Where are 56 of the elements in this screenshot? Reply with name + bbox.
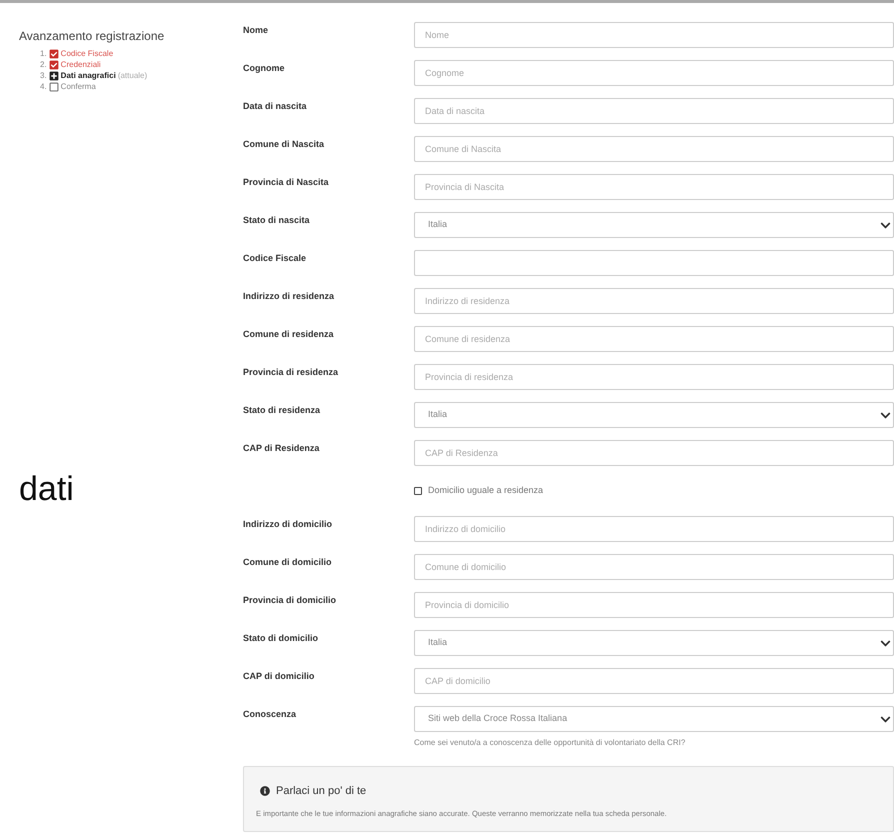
field-label: CAP di Residenza bbox=[243, 442, 320, 455]
text-field[interactable]: Indirizzo di domicilio bbox=[414, 516, 894, 542]
field-label: Nome bbox=[243, 24, 270, 37]
step-label: Conferma bbox=[60, 80, 96, 92]
field-label: Provincia di residenza bbox=[243, 366, 340, 379]
chevron-down-icon bbox=[880, 714, 891, 724]
text-field[interactable]: CAP di Residenza bbox=[414, 440, 894, 466]
field-label: CAP di domicilio bbox=[243, 670, 316, 683]
field-label: Stato di nascita bbox=[243, 214, 311, 227]
text-field[interactable]: Provincia di domicilio bbox=[414, 592, 894, 618]
checkbox-label: Domicilio uguale a residenza bbox=[428, 484, 544, 498]
text-field[interactable]: Cognome bbox=[414, 60, 894, 86]
chevron-down-icon bbox=[880, 220, 891, 230]
step-label: Dati anagrafici bbox=[60, 70, 116, 82]
field-label: Indirizzo di domicilio bbox=[243, 518, 333, 531]
text-field[interactable]: Data di nascita bbox=[414, 98, 894, 124]
text-field[interactable]: Provincia di residenza bbox=[414, 364, 894, 390]
field-label: Provincia di domicilio bbox=[243, 594, 338, 607]
text-field[interactable]: Indirizzo di residenza bbox=[414, 288, 894, 314]
dropdown[interactable]: Siti web della Croce Rossa Italiana bbox=[414, 706, 894, 732]
field-label: Stato di domicilio bbox=[243, 632, 320, 645]
text-field[interactable]: Comune di domicilio bbox=[414, 554, 894, 580]
step-number: 3. bbox=[40, 70, 47, 82]
progress-title: Avanzamento registrazione bbox=[19, 28, 166, 45]
help-text: Come sei venuto/a a conoscenza delle opportunità di volontariato della CRI? bbox=[414, 737, 686, 749]
field-label: Stato di residenza bbox=[243, 404, 322, 417]
step-label: Codice Fiscale bbox=[60, 48, 114, 60]
field-label: Cognome bbox=[243, 62, 286, 75]
dropdown[interactable]: Italia bbox=[414, 212, 894, 238]
step-label: Credenziali bbox=[60, 58, 101, 70]
field-label: Conoscenza bbox=[243, 708, 298, 721]
dropdown[interactable]: Italia bbox=[414, 402, 894, 428]
step-note: (attuale) bbox=[118, 70, 148, 82]
field-label: Comune di domicilio bbox=[243, 556, 333, 569]
side-caption: dati bbox=[19, 469, 75, 510]
text-field[interactable]: Provincia di Nascita bbox=[414, 174, 894, 200]
step-number: 1. bbox=[40, 48, 47, 60]
text-field[interactable]: Comune di Nascita bbox=[414, 136, 894, 162]
panel-title: Parlaci un po' di te bbox=[276, 784, 366, 799]
checkbox[interactable] bbox=[414, 487, 422, 495]
field-label: Indirizzo di residenza bbox=[243, 290, 336, 303]
field-label: Data di nascita bbox=[243, 100, 308, 113]
text-field[interactable] bbox=[414, 250, 894, 276]
info-icon bbox=[260, 786, 270, 796]
chevron-down-icon bbox=[880, 410, 891, 420]
field-label: Codice Fiscale bbox=[243, 252, 308, 265]
text-field[interactable]: Comune di residenza bbox=[414, 326, 894, 352]
step-number: 4. bbox=[40, 80, 47, 92]
chevron-down-icon bbox=[880, 638, 891, 648]
text-field[interactable]: Nome bbox=[414, 22, 894, 48]
field-label: Provincia di Nascita bbox=[243, 176, 330, 189]
text-field[interactable]: CAP di domicilio bbox=[414, 668, 894, 694]
dropdown[interactable]: Italia bbox=[414, 630, 894, 656]
step-number: 2. bbox=[40, 58, 47, 70]
field-label: Comune di Nascita bbox=[243, 138, 326, 151]
field-label: Comune di residenza bbox=[243, 328, 335, 341]
